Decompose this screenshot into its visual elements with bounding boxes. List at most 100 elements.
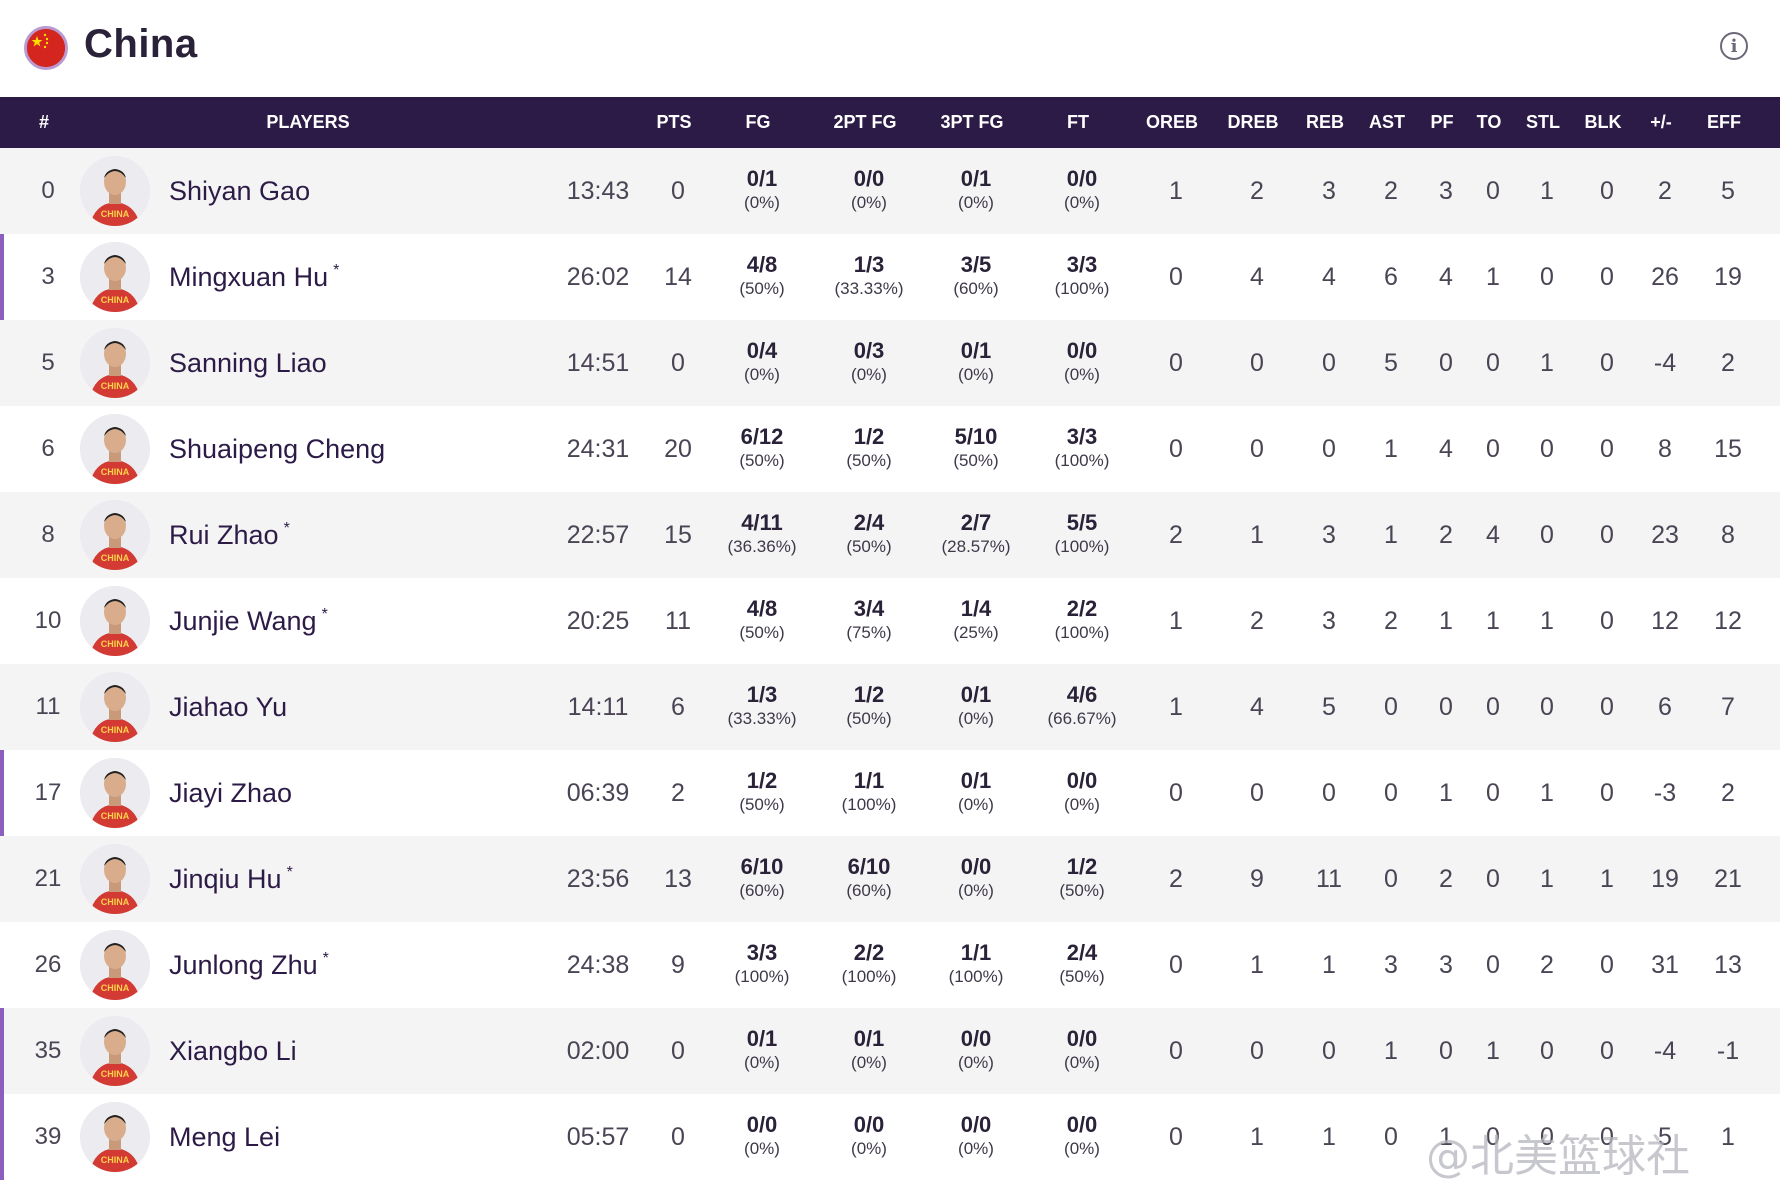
stat-reb: 5 <box>1322 693 1336 721</box>
table-row[interactable]: 6 CHINA Shuaipeng Cheng 24:31 20 6/12 (50%) 1/2… <box>0 406 1780 492</box>
stat-oreb: 2 <box>1169 865 1183 893</box>
minutes: 22:57 <box>566 521 630 549</box>
stat-blk: 1 <box>1600 865 1614 893</box>
player-avatar[interactable]: CHINA <box>80 242 150 312</box>
stat-dreb: 1 <box>1250 951 1264 979</box>
field-goals-made-attempted: 1/2 <box>746 768 778 793</box>
table-row[interactable]: 5 CHINA Sanning Liao 14:51 0 0/4 (0%) 0/3 (0%) 0/… <box>0 320 1780 406</box>
player-avatar[interactable]: CHINA <box>80 586 150 656</box>
stat-pm: 19 <box>1651 865 1679 893</box>
stat-blk: 0 <box>1600 177 1614 205</box>
two-point-fg-made-attempted: 0/0 <box>853 1112 885 1137</box>
stat-dreb: 4 <box>1250 693 1264 721</box>
free-throws-made-attempted: 2/4 <box>1066 940 1098 965</box>
player-name-link[interactable]: Shiyan Gao <box>169 148 315 234</box>
three-point-fg: 0/1 (0%) <box>926 166 1026 222</box>
player-avatar[interactable]: CHINA <box>80 414 150 484</box>
info-icon[interactable]: i <box>1720 32 1748 60</box>
stat-to: 1 <box>1486 263 1500 291</box>
field-goals-percentage: (100%) <box>734 967 790 986</box>
three-point-fg-percentage: (0%) <box>958 193 994 212</box>
player-avatar[interactable]: CHINA <box>80 1102 150 1172</box>
table-row[interactable]: 10 CHINA Junjie Wang * 20:25 11 4/8 (50%) 3/4 (75… <box>0 578 1780 664</box>
player-name-link[interactable]: Jiayi Zhao <box>169 750 297 836</box>
stat-oreb: 0 <box>1169 435 1183 463</box>
player-name-link[interactable]: Mingxuan Hu * <box>169 234 339 320</box>
table-row[interactable]: 0 CHINA Shiyan Gao 13:43 0 0/1 (0%) 0/0 (0%) 0/1 (… <box>0 148 1780 234</box>
three-point-fg: 0/1 (0%) <box>926 338 1026 394</box>
player-avatar[interactable]: CHINA <box>80 672 150 742</box>
stat-stl: 2 <box>1540 951 1554 979</box>
stat-pm: 23 <box>1651 521 1679 549</box>
player-name-link[interactable]: Shuaipeng Cheng <box>169 406 390 492</box>
two-point-fg-percentage: (33.33%) <box>834 279 904 298</box>
minutes: 06:39 <box>566 779 630 807</box>
starter-marker: * <box>322 950 329 967</box>
field-goals-percentage: (60%) <box>739 881 785 900</box>
player-name-link[interactable]: Junlong Zhu * <box>169 922 329 1008</box>
stat-oreb: 0 <box>1169 951 1183 979</box>
column-header-fg3[interactable]: 3PT FG <box>927 97 1017 148</box>
player-name-link[interactable]: Jiahao Yu <box>169 664 292 750</box>
column-header-oreb[interactable]: OREB <box>1127 97 1217 148</box>
two-point-fg-percentage: (0%) <box>851 1053 887 1072</box>
stat-to: 0 <box>1486 693 1500 721</box>
player-avatar[interactable]: CHINA <box>80 1016 150 1086</box>
player-name: Rui Zhao <box>169 520 279 550</box>
player-name-link[interactable]: Rui Zhao * <box>169 492 290 578</box>
field-goals-percentage: (0%) <box>744 1053 780 1072</box>
table-row[interactable]: 3 CHINA Mingxuan Hu * 26:02 14 4/8 (50%) 1/3 (33.… <box>0 234 1780 320</box>
column-header-fg2[interactable]: 2PT FG <box>820 97 910 148</box>
points: 20 <box>664 435 692 463</box>
player-name-link[interactable]: Junjie Wang * <box>169 578 328 664</box>
stat-ast: 5 <box>1384 349 1398 377</box>
player-name-link[interactable]: Meng Lei <box>169 1094 285 1180</box>
two-point-fg-percentage: (50%) <box>846 451 892 470</box>
stat-ast: 2 <box>1384 177 1398 205</box>
minutes: 26:02 <box>566 263 630 291</box>
column-header-no[interactable]: # <box>0 97 89 148</box>
stat-dreb: 0 <box>1250 1037 1264 1065</box>
column-header-fg[interactable]: FG <box>713 97 803 148</box>
table-row[interactable]: 17 CHINA Jiayi Zhao 06:39 2 1/2 (50%) 1/1 (100%)… <box>0 750 1780 836</box>
free-throws-made-attempted: 3/3 <box>1066 252 1098 277</box>
field-goals: 1/2 (50%) <box>712 768 812 824</box>
player-avatar[interactable]: CHINA <box>80 156 150 226</box>
stat-blk: 0 <box>1600 607 1614 635</box>
column-header-players[interactable]: PLAYERS <box>208 97 408 148</box>
player-avatar[interactable]: CHINA <box>80 328 150 398</box>
player-name-link[interactable]: Jinqiu Hu * <box>169 836 293 922</box>
two-point-fg-percentage: (60%) <box>846 881 892 900</box>
player-avatar[interactable]: CHINA <box>80 758 150 828</box>
column-header-ft[interactable]: FT <box>1033 97 1123 148</box>
stat-reb: 3 <box>1322 607 1336 635</box>
column-header-pts[interactable]: PTS <box>629 97 719 148</box>
field-goals: 4/8 (50%) <box>712 596 812 652</box>
player-name-link[interactable]: Xiangbo Li <box>169 1008 302 1094</box>
table-row[interactable]: 11 CHINA Jiahao Yu 14:11 6 1/3 (33.33%) 1/2 (50%… <box>0 664 1780 750</box>
field-goals-percentage: (36.36%) <box>727 537 797 556</box>
player-avatar[interactable]: CHINA <box>80 500 150 570</box>
two-point-fg-made-attempted: 0/0 <box>853 166 885 191</box>
stat-pm: -4 <box>1653 349 1677 377</box>
player-avatar[interactable]: CHINA <box>80 930 150 1000</box>
stat-reb: 11 <box>1316 865 1342 893</box>
table-row[interactable]: 35 CHINA Xiangbo Li 02:00 0 0/1 (0%) 0/1 (0%) 0/0… <box>0 1008 1780 1094</box>
stat-eff: 2 <box>1721 779 1735 807</box>
player-avatar[interactable]: CHINA <box>80 844 150 914</box>
stat-dreb: 0 <box>1250 349 1264 377</box>
two-point-fg-percentage: (75%) <box>846 623 892 642</box>
table-row[interactable]: 8 CHINA Rui Zhao * 22:57 15 4/11 (36.36%) 2/4 (50… <box>0 492 1780 578</box>
table-row[interactable]: 21 CHINA Jinqiu Hu * 23:56 13 6/10 (60%) 6/10 (60… <box>0 836 1780 922</box>
three-point-fg-percentage: (50%) <box>953 451 999 470</box>
two-point-fg: 2/2 (100%) <box>819 940 919 996</box>
player-name-link[interactable]: Sanning Liao <box>169 320 332 406</box>
jersey-number: 5 <box>41 349 55 376</box>
free-throws: 2/2 (100%) <box>1032 596 1132 652</box>
stat-dreb: 0 <box>1250 779 1264 807</box>
table-row[interactable]: 26 CHINA Junlong Zhu * 24:38 9 3/3 (100%) 2/2 (10… <box>0 922 1780 1008</box>
stat-ast: 0 <box>1384 865 1398 893</box>
field-goals: 0/1 (0%) <box>712 1026 812 1082</box>
column-header-eff[interactable]: EFF <box>1679 97 1769 148</box>
points: 14 <box>664 263 692 291</box>
